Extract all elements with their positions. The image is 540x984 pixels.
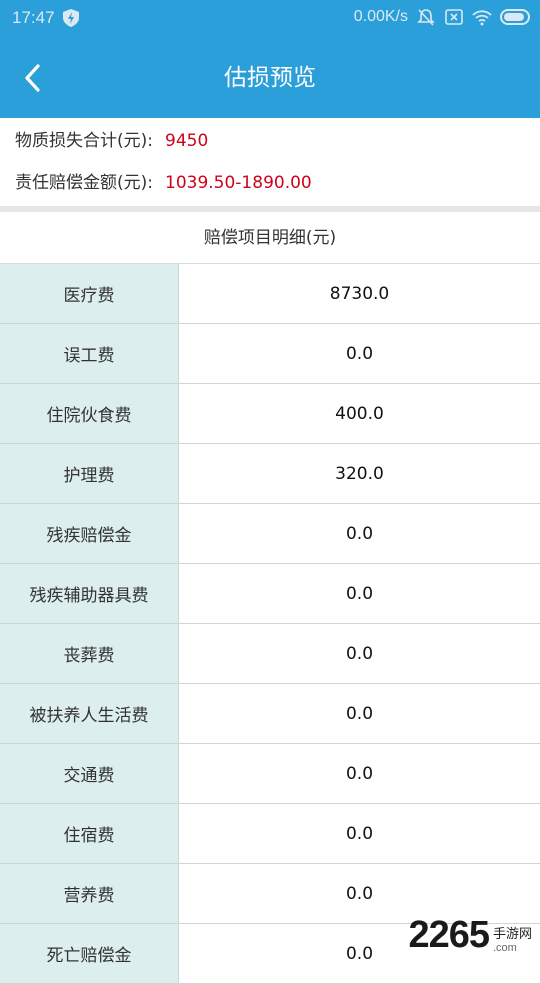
item-name: 死亡赔偿金	[0, 924, 179, 983]
item-name: 住宿费	[0, 804, 179, 863]
item-name: 营养费	[0, 864, 179, 923]
item-name: 被扶养人生活费	[0, 684, 179, 743]
table-row: 住宿费 0.0	[0, 804, 540, 864]
item-value: 0.0	[179, 564, 540, 623]
item-value: 8730.0	[179, 264, 540, 323]
item-value: 400.0	[179, 384, 540, 443]
property-loss-label: 物质损失合计(元):	[15, 131, 153, 151]
mute-icon	[417, 9, 435, 26]
status-time: 17:47	[12, 8, 55, 27]
status-bar: 17:47 0.00K/s	[0, 0, 540, 36]
close-box-icon	[445, 9, 463, 25]
watermark-en: .com	[492, 942, 517, 954]
table-row: 被扶养人生活费 0.0	[0, 684, 540, 744]
compensation-table: 医疗费 8730.0 误工费 0.0 住院伙食费 400.0 护理费 320.0 残疾赔偿金 0.…	[0, 264, 540, 984]
table-row: 护理费 320.0	[0, 444, 540, 504]
table-row: 住院伙食费 400.0	[0, 384, 540, 444]
item-name: 交通费	[0, 744, 179, 803]
table-row: 交通费 0.0	[0, 744, 540, 804]
item-name: 误工费	[0, 324, 179, 383]
item-value: 0.0	[179, 324, 540, 383]
item-name: 残疾辅助器具费	[0, 564, 179, 623]
item-name: 住院伙食费	[0, 384, 179, 443]
liability-value: 1039.50-1890.00	[165, 173, 312, 193]
item-value: 0.0	[179, 504, 540, 563]
item-value: 0.0	[179, 684, 540, 743]
item-value: 0.0	[179, 744, 540, 803]
item-value: 0.0	[179, 804, 540, 863]
watermark-logo: 2265 手游网 .com	[408, 916, 532, 954]
page-title: 估损预览	[224, 65, 316, 91]
battery-icon	[500, 9, 530, 25]
shield-icon	[63, 9, 79, 27]
watermark-cn: 手游网	[492, 926, 532, 941]
status-right: 0.00K/s	[354, 7, 530, 27]
detail-title: 赔偿项目明细(元)	[0, 212, 540, 264]
watermark-number: 2265	[408, 914, 490, 956]
item-value: 0.0	[179, 624, 540, 683]
app-bar: 估损预览	[0, 36, 540, 118]
item-name: 残疾赔偿金	[0, 504, 179, 563]
item-name: 护理费	[0, 444, 179, 503]
table-row: 误工费 0.0	[0, 324, 540, 384]
property-loss-value: 9450	[165, 131, 209, 151]
table-row: 残疾赔偿金 0.0	[0, 504, 540, 564]
table-row: 医疗费 8730.0	[0, 264, 540, 324]
liability-label: 责任赔偿金额(元):	[15, 173, 153, 193]
loss-summary: 物质损失合计(元): 9450 责任赔偿金额(元): 1039.50-1890.00	[0, 118, 540, 206]
liability-row: 责任赔偿金额(元): 1039.50-1890.00	[15, 168, 312, 193]
item-name: 丧葬费	[0, 624, 179, 683]
item-name: 医疗费	[0, 264, 179, 323]
network-speed: 0.00K/s	[353, 8, 408, 25]
table-row: 丧葬费 0.0	[0, 624, 540, 684]
table-row: 残疾辅助器具费 0.0	[0, 564, 540, 624]
item-value: 320.0	[179, 444, 540, 503]
wifi-icon	[472, 10, 492, 26]
property-loss-row: 物质损失合计(元): 9450	[15, 126, 208, 151]
